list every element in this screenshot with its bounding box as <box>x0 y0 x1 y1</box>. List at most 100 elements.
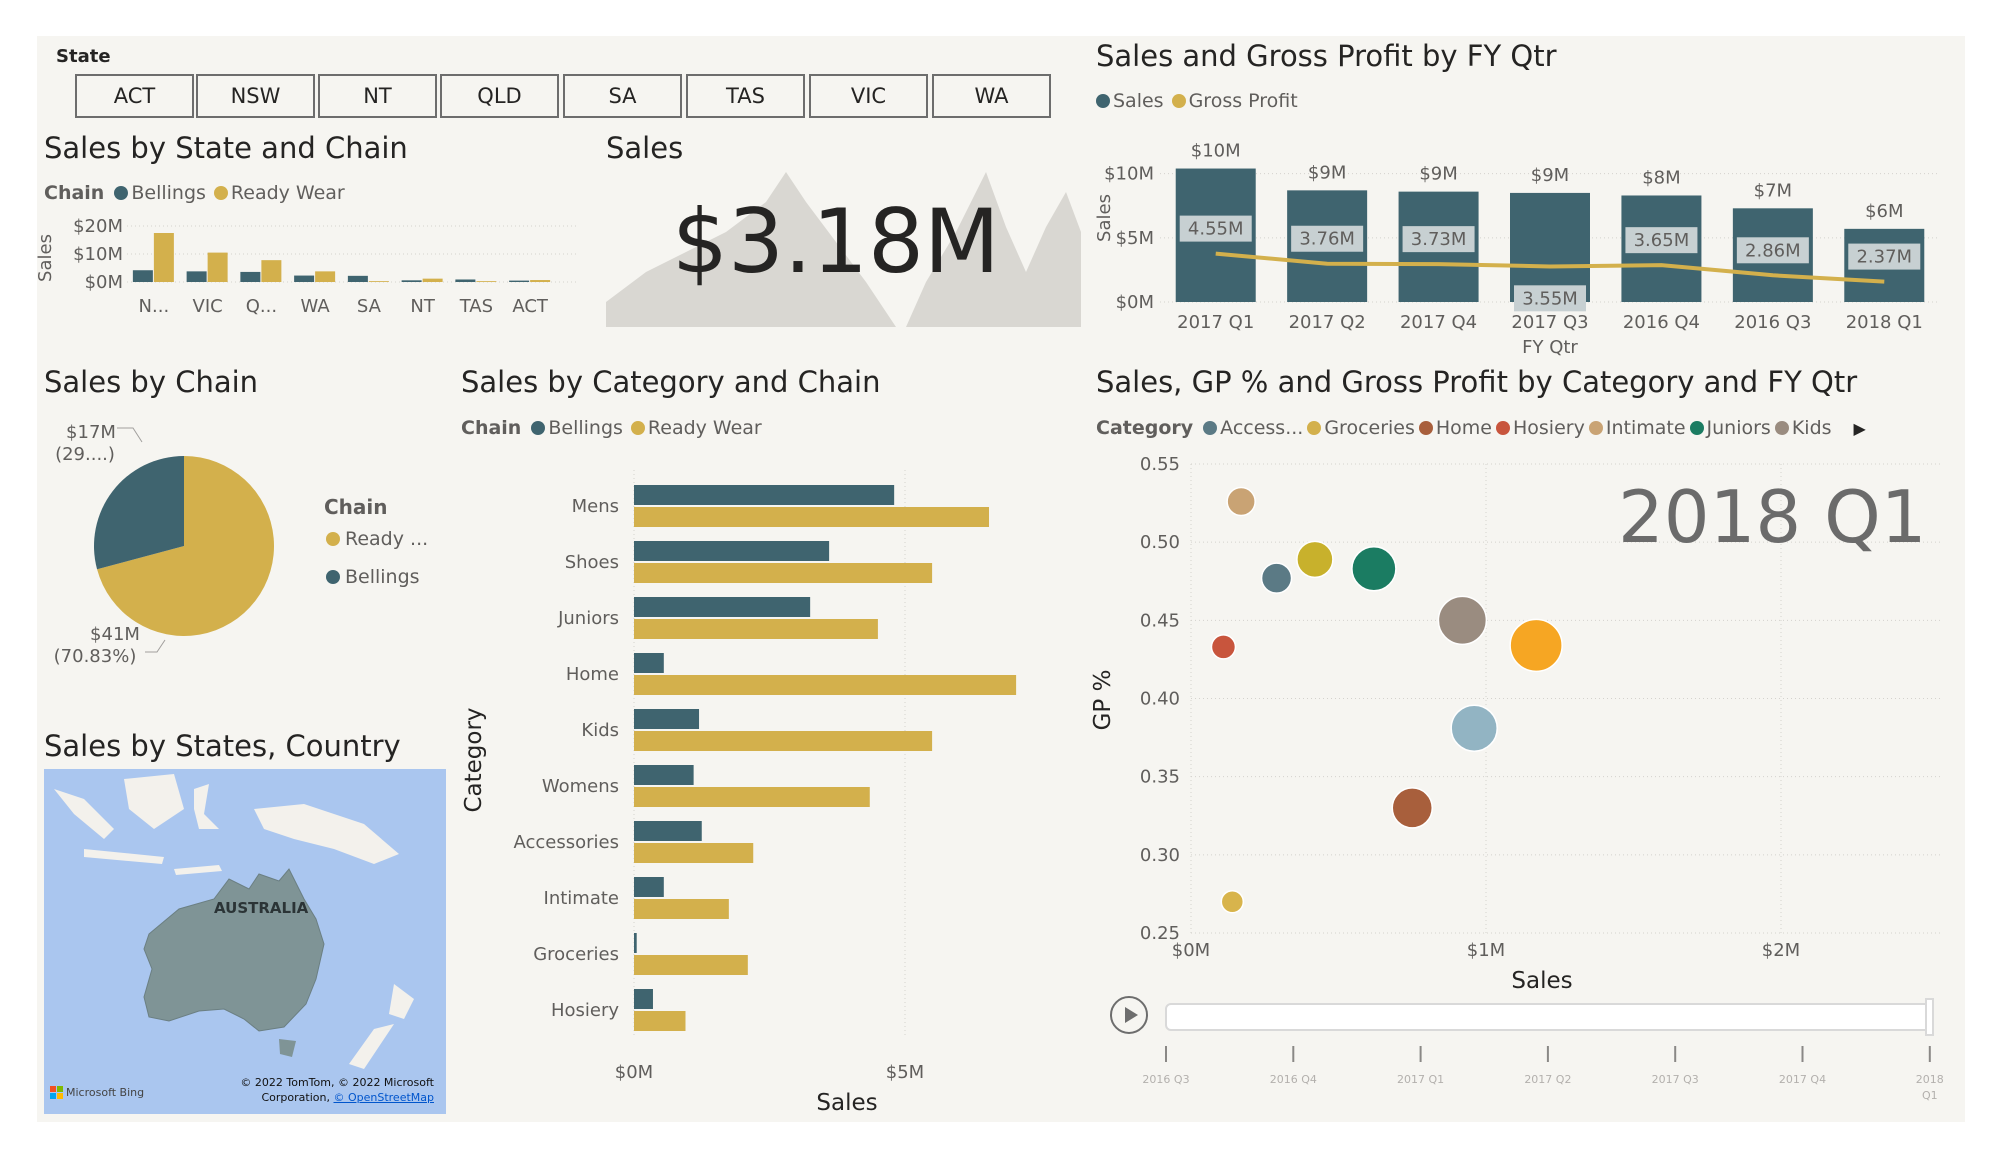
bar-bellings[interactable] <box>634 597 811 617</box>
bar-ready-wear[interactable] <box>634 787 870 807</box>
state-option-sa[interactable]: SA <box>563 74 682 118</box>
bar-ready-wear[interactable] <box>634 731 933 751</box>
x-tick-label: VIC <box>193 296 223 317</box>
timeline-label[interactable]: 2018 <box>1916 1073 1944 1086</box>
y-tick-label: Mens <box>572 496 619 517</box>
legend-item-category[interactable]: Juniors <box>1689 417 1771 439</box>
bar-bellings[interactable] <box>132 270 153 282</box>
scatter-point-shoes[interactable] <box>1450 704 1498 752</box>
legend-label: Bellings <box>548 417 623 439</box>
bar-ready-wear[interactable] <box>261 260 282 282</box>
legend-item-category[interactable]: Groceries <box>1307 417 1415 439</box>
bar-ready-wear[interactable] <box>476 281 497 282</box>
y-tick-label: Intimate <box>544 888 619 909</box>
legend-item-category[interactable]: Home <box>1418 417 1492 439</box>
state-option-nt[interactable]: NT <box>318 74 437 118</box>
scatter-point-mens[interactable] <box>1220 889 1245 914</box>
bar-ready-wear[interactable] <box>634 1011 686 1031</box>
legend-item-category[interactable]: Hosiery <box>1496 417 1585 439</box>
bar-bellings[interactable] <box>634 653 664 673</box>
data-label-sales: $6M <box>1865 201 1903 222</box>
timeline-label[interactable]: 2016 Q4 <box>1270 1073 1317 1086</box>
legend-item-bellings[interactable]: Bellings <box>114 182 206 204</box>
bar-bellings[interactable] <box>634 989 653 1009</box>
scatter-point-kids[interactable] <box>1437 595 1488 646</box>
legend-item-ready-wear[interactable]: Ready Wear <box>213 182 345 204</box>
scatter-point-womens[interactable] <box>1509 618 1563 673</box>
bar-bellings[interactable] <box>634 821 702 841</box>
timeline-label[interactable]: 2017 Q3 <box>1652 1073 1699 1086</box>
bar-bellings[interactable] <box>294 275 315 282</box>
bar-ready-wear[interactable] <box>315 271 336 282</box>
scatter-point-groceries[interactable] <box>1296 540 1334 579</box>
pie-legend-ready[interactable]: Ready ... <box>345 528 428 550</box>
island-timor <box>174 865 222 875</box>
state-option-vic[interactable]: VIC <box>809 74 928 118</box>
legend-label: Gross Profit <box>1188 90 1298 112</box>
timeline-label[interactable]: 2017 Q2 <box>1524 1073 1571 1086</box>
play-axis-track[interactable] <box>1165 1003 1933 1031</box>
bar-bellings[interactable] <box>634 485 895 505</box>
legend-item-category[interactable]: Kids <box>1774 417 1832 439</box>
category-chain-legend: Chain Bellings Ready Wear <box>461 417 766 439</box>
legend-next-arrow-icon[interactable]: ▶ <box>1854 419 1866 438</box>
bar-ready-wear[interactable] <box>634 843 754 863</box>
fy-qtr-title: Sales and Gross Profit by FY Qtr <box>1096 39 1557 73</box>
data-label-sales: $9M <box>1531 165 1569 186</box>
bar-ready-wear[interactable] <box>207 252 228 282</box>
play-button[interactable] <box>1110 996 1148 1034</box>
timeline-label[interactable]: Q1 <box>1922 1089 1938 1102</box>
y-axis-title: Sales <box>37 234 56 282</box>
state-option-qld[interactable]: QLD <box>440 74 559 118</box>
y-tick-label: Home <box>566 664 619 685</box>
bar-ready-wear[interactable] <box>153 233 174 282</box>
bar-ready-wear[interactable] <box>634 619 878 639</box>
legend-dot <box>1203 421 1218 435</box>
bar-bellings[interactable] <box>634 709 700 729</box>
bar-ready-wear[interactable] <box>422 278 443 282</box>
bar-ready-wear[interactable] <box>634 955 748 975</box>
pie-legend-bellings[interactable]: Bellings <box>345 566 420 588</box>
legend-item-category[interactable]: Intimate <box>1588 417 1686 439</box>
bar-ready-wear[interactable] <box>634 507 990 527</box>
map-view[interactable]: AUSTRALIA Microsoft Bing © 2022 TomTom, … <box>44 769 446 1114</box>
scatter-point-intimate[interactable] <box>1226 486 1256 517</box>
bar-ready-wear[interactable] <box>530 280 551 282</box>
legend-item-ready-wear[interactable]: Ready Wear <box>630 417 762 439</box>
osm-link[interactable]: © OpenStreetMap <box>333 1091 434 1104</box>
bar-ready-wear[interactable] <box>634 563 933 583</box>
bar-bellings[interactable] <box>186 271 207 282</box>
bar-bellings[interactable] <box>634 933 637 953</box>
scatter-point-hosiery[interactable] <box>1210 634 1237 660</box>
timeline-label[interactable]: 2017 Q1 <box>1397 1073 1444 1086</box>
island-sulawesi <box>194 784 219 829</box>
state-option-tas[interactable]: TAS <box>686 74 805 118</box>
legend-item-category[interactable]: Access... <box>1203 417 1303 439</box>
bar-bellings[interactable] <box>401 280 422 282</box>
legend-label: Ready Wear <box>647 417 762 439</box>
scatter-point-accessories[interactable] <box>1260 562 1293 594</box>
bar-bellings[interactable] <box>634 877 664 897</box>
bar-bellings[interactable] <box>509 280 530 282</box>
bar-ready-wear[interactable] <box>634 899 729 919</box>
play-axis-handle[interactable] <box>1925 998 1934 1036</box>
bar-bellings[interactable] <box>455 279 476 282</box>
legend-item-gross-profit[interactable]: Gross Profit <box>1171 90 1298 112</box>
legend-item-bellings[interactable]: Bellings <box>531 417 623 439</box>
timeline-label[interactable]: 2017 Q4 <box>1779 1073 1826 1086</box>
scatter-point-juniors[interactable] <box>1351 545 1397 592</box>
legend-label: Access... <box>1220 417 1304 439</box>
legend-item-sales[interactable]: Sales <box>1096 90 1164 112</box>
state-option-nsw[interactable]: NSW <box>196 74 315 118</box>
state-option-wa[interactable]: WA <box>932 74 1051 118</box>
bar-bellings[interactable] <box>634 541 830 561</box>
bar-bellings[interactable] <box>347 275 368 282</box>
bar-ready-wear[interactable] <box>634 675 1017 695</box>
bar-bellings[interactable] <box>634 765 694 785</box>
scatter-point-home[interactable] <box>1391 787 1433 829</box>
y-tick-label: Accessories <box>514 832 620 853</box>
bar-bellings[interactable] <box>240 271 261 282</box>
bar-ready-wear[interactable] <box>368 281 389 282</box>
timeline-label[interactable]: 2016 Q3 <box>1142 1073 1189 1086</box>
state-option-act[interactable]: ACT <box>75 74 194 118</box>
